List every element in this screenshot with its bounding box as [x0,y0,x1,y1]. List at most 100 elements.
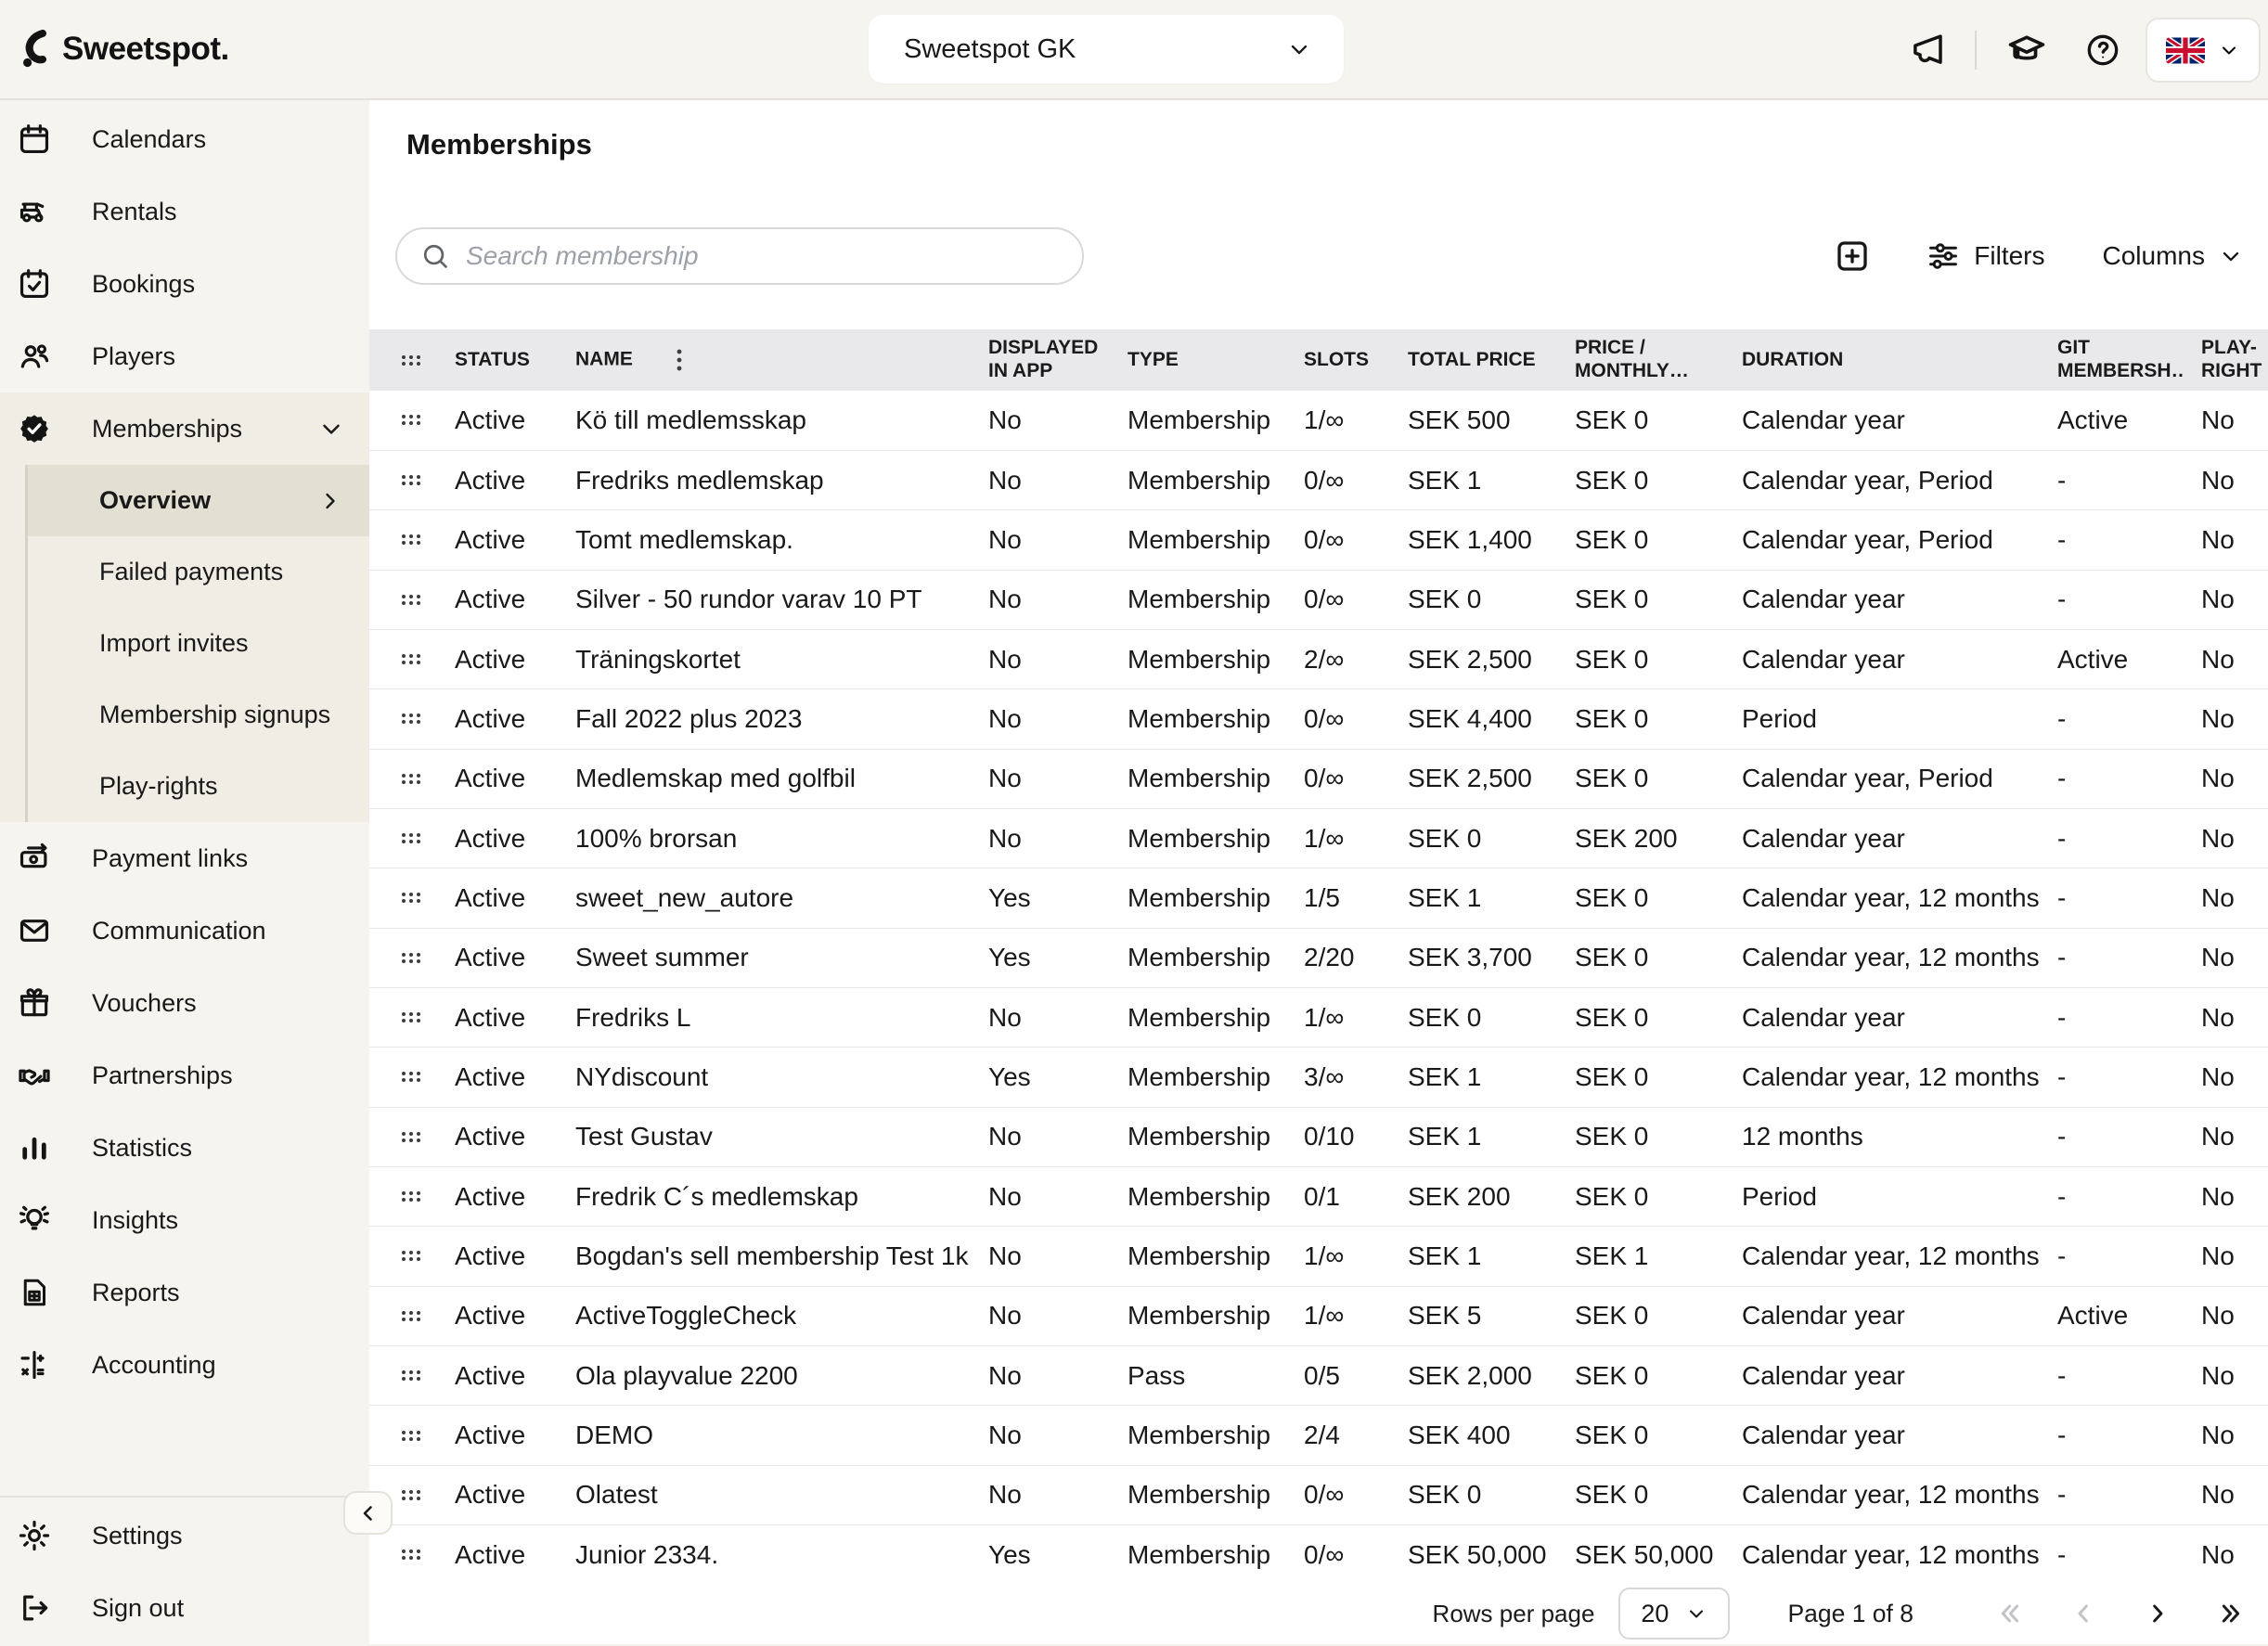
drag-handle-icon[interactable] [401,711,436,727]
club-selector-dropdown[interactable]: Sweetspot GK [869,15,1344,84]
table-row[interactable]: Active Junior 2334. Yes Membership 0/∞ S… [369,1525,2268,1585]
header-play-right[interactable]: PLAY-RIGHT [2183,329,2268,391]
next-page-icon [2143,1599,2172,1628]
drag-handle-icon[interactable] [401,592,436,608]
previous-page-button[interactable] [2068,1598,2099,1629]
sidebar-item-payment-links[interactable]: Payment links [0,822,369,894]
submenu-item-failed-payments[interactable]: Failed payments [28,536,369,608]
sidebar-item-reports[interactable]: Reports [0,1256,369,1329]
header-status[interactable]: STATUS [436,329,557,391]
sidebar-item-insights[interactable]: Insights [0,1184,369,1256]
cell-type: Membership [1109,391,1285,450]
table-row[interactable]: Active Fredriks medlemskap No Membership… [369,450,2268,509]
next-page-button[interactable] [2142,1598,2173,1629]
announcements-button[interactable] [1908,31,1947,70]
table-row[interactable]: Active Sweet summer Yes Membership 2/20 … [369,928,2268,987]
header-type[interactable]: TYPE [1109,329,1285,391]
help-button[interactable] [2084,32,2121,69]
membership-search[interactable] [395,227,1084,285]
search-input[interactable] [466,241,1060,271]
header-duration[interactable]: DURATION [1723,329,2039,391]
drag-handle-icon[interactable] [401,950,436,966]
column-menu-icon[interactable] [676,348,683,372]
submenu-item-membership-signups[interactable]: Membership signups [28,679,369,751]
drag-handle-icon[interactable] [401,1308,436,1324]
sidebar-item-sign-out[interactable]: Sign out [0,1572,369,1644]
submenu-item-play-rights[interactable]: Play-rights [28,751,369,822]
drag-handle-icon[interactable] [401,830,436,846]
drag-handle-icon[interactable] [401,771,436,787]
drag-handle-icon[interactable] [401,890,436,906]
academy-button[interactable] [2004,30,2049,71]
header-total-price[interactable]: TOTAL PRICE [1389,329,1556,391]
table-row[interactable]: Active ActiveToggleCheck No Membership 1… [369,1286,2268,1345]
table-row[interactable]: Active Medlemskap med golfbil No Members… [369,749,2268,808]
sidebar-collapse-button[interactable] [343,1491,393,1535]
table-row[interactable]: Active Test Gustav No Membership 0/10 SE… [369,1107,2268,1166]
sidebar-item-label: Reports [92,1279,180,1307]
table-row[interactable]: Active Fredrik C´s medlemskap No Members… [369,1166,2268,1226]
table-row[interactable]: Active Olatest No Membership 0/∞ SEK 0 S… [369,1465,2268,1524]
submenu-item-overview[interactable]: Overview [28,465,369,536]
sidebar-item-communication[interactable]: Communication [0,894,369,967]
chevron-right-icon [317,488,343,514]
sidebar-item-players[interactable]: Players [0,320,369,392]
table-row[interactable]: Active NYdiscount Yes Membership 3/∞ SEK… [369,1048,2268,1107]
sidebar-item-rentals[interactable]: Rentals [0,175,369,248]
sidebar-item-accounting[interactable]: Accounting [0,1329,369,1401]
table-row[interactable]: Active Ola playvalue 2200 No Pass 0/5 SE… [369,1346,2268,1406]
table-body: Active Kö till medlemsskap No Membership… [369,391,2268,1585]
header-price-monthly[interactable]: PRICE / MONTHLY… [1556,329,1723,391]
drag-handle-icon[interactable] [401,1189,436,1204]
sidebar-item-memberships[interactable]: Memberships [0,392,369,465]
table-row[interactable]: Active Fredriks L No Membership 1/∞ SEK … [369,987,2268,1047]
sidebar-item-partnerships[interactable]: Partnerships [0,1039,369,1112]
drag-handle-icon[interactable] [401,1547,436,1562]
cell-duration: Period [1723,1166,2039,1226]
table-row[interactable]: Active Fall 2022 plus 2023 No Membership… [369,689,2268,749]
drag-handle-icon[interactable] [401,412,436,428]
cell-total-price: SEK 2,500 [1389,629,1556,688]
sidebar-item-bookings[interactable]: Bookings [0,248,369,320]
sidebar-item-settings[interactable]: Settings [0,1499,369,1572]
cell-displayed-in-app: No [970,987,1109,1047]
sidebar-item-statistics[interactable]: Statistics [0,1112,369,1184]
submenu-item-import-invites[interactable]: Import invites [28,608,369,679]
cell-name: Ola playvalue 2200 [557,1346,970,1406]
drag-handle-icon[interactable] [401,1368,436,1383]
header-displayed-in-app[interactable]: DISPLAYED IN APP [970,329,1109,391]
drag-handle-icon[interactable] [401,1248,436,1264]
first-page-button[interactable] [1993,1598,2025,1629]
table-row[interactable]: Active Tomt medlemskap. No Membership 0/… [369,510,2268,570]
header-git-membership[interactable]: GIT MEMBERSH… [2039,329,2183,391]
table-row[interactable]: Active Bogdan's sell membership Test 1kr… [369,1227,2268,1286]
table-row[interactable]: Active sweet_new_autore Yes Membership 1… [369,868,2268,928]
header-slots[interactable]: SLOTS [1285,329,1389,391]
last-page-icon [2217,1599,2247,1628]
add-membership-button[interactable] [1833,237,1872,276]
drag-handle-icon[interactable] [401,1069,436,1085]
drag-handle-icon[interactable] [401,472,436,488]
columns-button[interactable]: Columns [2103,241,2244,271]
cell-displayed-in-app: No [970,629,1109,688]
drag-handle-icon[interactable] [401,1487,436,1503]
filters-button[interactable]: Filters [1926,238,2044,274]
rows-per-page-select[interactable]: 20 [1618,1588,1730,1640]
table-row[interactable]: Active Silver - 50 rundor varav 10 PT No… [369,570,2268,629]
table-row[interactable]: Active Träningskortet No Membership 2/∞ … [369,629,2268,688]
sidebar-item-label: Players [92,342,175,371]
table-row[interactable]: Active 100% brorsan No Membership 1/∞ SE… [369,808,2268,868]
language-selector[interactable] [2146,18,2261,83]
drag-handle-icon[interactable] [401,532,436,547]
drag-handle-icon[interactable] [401,1129,436,1145]
table-row[interactable]: Active DEMO No Membership 2/4 SEK 400 SE… [369,1406,2268,1465]
table-row[interactable]: Active Kö till medlemsskap No Membership… [369,391,2268,450]
cell-status: Active [436,987,557,1047]
sidebar-item-vouchers[interactable]: Vouchers [0,967,369,1039]
drag-handle-icon[interactable] [401,651,436,667]
drag-handle-icon[interactable] [401,1428,436,1444]
drag-handle-icon[interactable] [401,1009,436,1025]
last-page-button[interactable] [2216,1598,2248,1629]
sidebar-item-calendars[interactable]: Calendars [0,103,369,175]
header-name[interactable]: NAME [557,329,970,391]
